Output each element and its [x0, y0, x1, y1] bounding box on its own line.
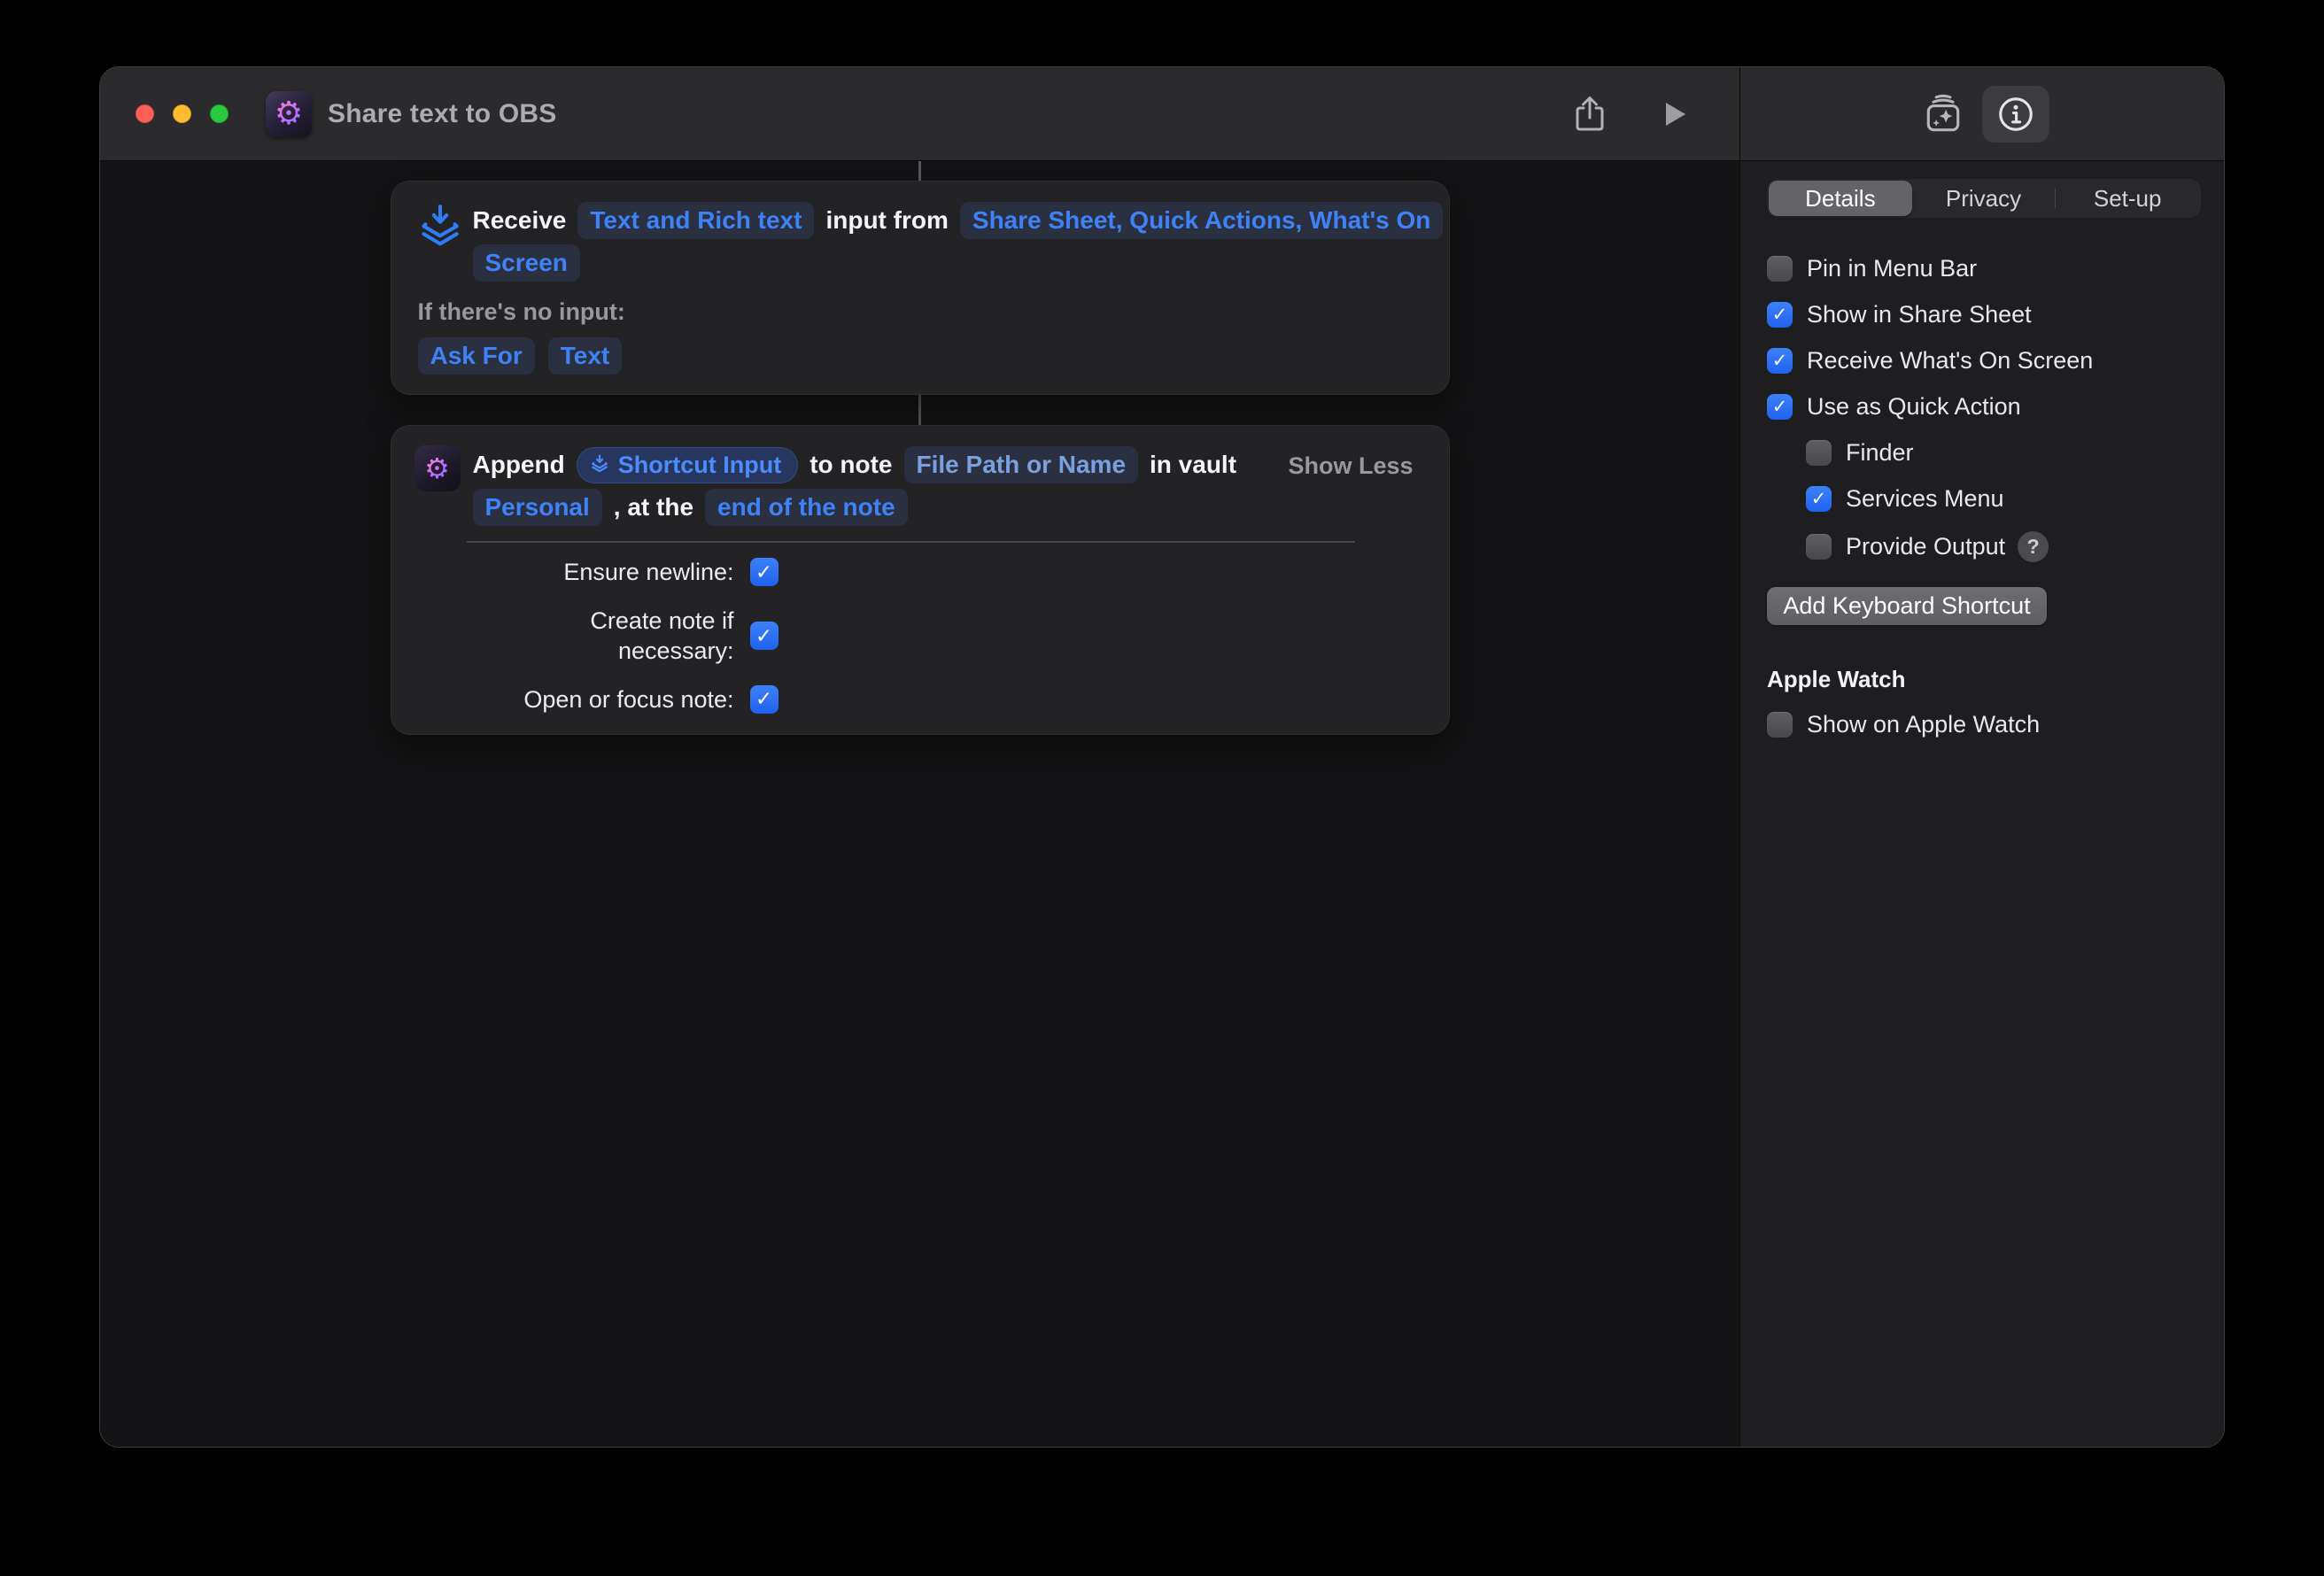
receive-whats-on-screen-checkbox[interactable]: [1767, 348, 1793, 374]
action-text: to note: [810, 451, 892, 479]
action-text: , at the: [614, 493, 693, 521]
show-on-apple-watch-checkbox[interactable]: [1767, 712, 1793, 738]
setting-row: Finder: [1806, 439, 2201, 467]
action-library-icon[interactable]: [1922, 93, 1964, 135]
obsidian-app-icon: ⚙: [414, 445, 461, 491]
open-note-checkbox[interactable]: [750, 685, 779, 714]
tab-setup[interactable]: Set-up: [2056, 181, 2199, 216]
workflow-canvas: Receive Text and Rich text input from Sh…: [100, 161, 1739, 1448]
shortcuts-editor-window: ⚙ Share text to OBS: [99, 66, 2225, 1448]
setting-row: Provide Output ?: [1806, 531, 2201, 562]
help-icon[interactable]: ?: [2018, 531, 2049, 562]
action-receive-input[interactable]: Receive Text and Rich text input from Sh…: [391, 181, 1450, 395]
setting-label: Show on Apple Watch: [1807, 711, 2040, 738]
no-input-action-token[interactable]: Ask For: [418, 337, 535, 375]
create-note-checkbox[interactable]: [750, 622, 779, 650]
title-bar: ⚙ Share text to OBS: [100, 67, 2224, 161]
action-append-to-note[interactable]: ⚙ Show Less Append Shortcut Input: [391, 425, 1450, 735]
connector-line: [918, 161, 921, 181]
setting-row: Receive What's On Screen: [1767, 347, 2201, 375]
tab-privacy[interactable]: Privacy: [1912, 181, 2056, 216]
setting-label: Receive What's On Screen: [1807, 347, 2093, 375]
action-verb: Append: [473, 451, 565, 479]
window-title: Share text to OBS: [328, 99, 556, 129]
receive-input-icon: [414, 203, 466, 254]
setting-label: Services Menu: [1846, 485, 2004, 513]
action-text: in vault: [1150, 451, 1236, 479]
use-as-quick-action-checkbox[interactable]: [1767, 394, 1793, 420]
show-less-button[interactable]: Show Less: [1288, 452, 1413, 480]
setting-row: Show in Share Sheet: [1767, 301, 2201, 328]
note-path-field[interactable]: File Path or Name: [904, 446, 1139, 483]
gear-glyph-icon: ⚙: [424, 454, 450, 483]
tab-details[interactable]: Details: [1769, 181, 1912, 216]
setting-row: Services Menu: [1806, 485, 2201, 513]
receive-input-icon: [589, 454, 610, 475]
show-in-share-sheet-checkbox[interactable]: [1767, 302, 1793, 328]
setting-label: Show in Share Sheet: [1807, 301, 2032, 328]
setting-row: Pin in Menu Bar: [1767, 255, 2201, 282]
finder-checkbox[interactable]: [1806, 440, 1832, 466]
traffic-lights: [136, 104, 229, 123]
variable-label: Shortcut Input: [618, 452, 781, 479]
option-row: Open or focus note:: [418, 684, 1422, 715]
option-label: Open or focus note:: [418, 684, 734, 715]
option-label: Ensure newline:: [418, 557, 734, 588]
close-button[interactable]: [136, 104, 154, 123]
info-icon: [1995, 94, 2036, 135]
title-bar-left: ⚙ Share text to OBS: [100, 67, 1739, 160]
add-keyboard-shortcut-button[interactable]: Add Keyboard Shortcut: [1767, 587, 2047, 625]
setting-label: Pin in Menu Bar: [1807, 255, 1977, 282]
zoom-button[interactable]: [210, 104, 229, 123]
share-icon[interactable]: [1569, 94, 1610, 135]
option-row: Create note if necessary:: [418, 606, 1422, 667]
setting-label: Finder: [1846, 439, 1914, 467]
details-sidebar: Details Privacy Set-up Pin in Menu Bar S…: [1739, 161, 2224, 1448]
provide-output-checkbox[interactable]: [1806, 534, 1832, 560]
run-shortcut-icon[interactable]: [1656, 97, 1692, 132]
input-sources-token-wrap[interactable]: Screen: [473, 244, 580, 282]
option-row: Ensure newline:: [418, 557, 1422, 588]
action-text: input from: [825, 206, 948, 235]
setting-label: Provide Output: [1846, 533, 2005, 560]
no-input-label: If there's no input:: [418, 298, 625, 326]
minimize-button[interactable]: [173, 104, 191, 123]
shortcut-icon: ⚙: [266, 91, 312, 137]
no-input-type-token[interactable]: Text: [548, 337, 623, 375]
vault-token[interactable]: Personal: [473, 489, 602, 526]
gear-glyph-icon: ⚙: [275, 98, 303, 130]
pin-in-menu-bar-checkbox[interactable]: [1767, 256, 1793, 282]
options-divider: [467, 541, 1355, 543]
connector-line: [918, 395, 921, 425]
setting-label: Use as Quick Action: [1807, 393, 2021, 421]
input-types-token[interactable]: Text and Rich text: [577, 202, 814, 239]
setting-row: Use as Quick Action: [1767, 393, 2201, 421]
setting-row: Show on Apple Watch: [1767, 711, 2201, 738]
apple-watch-header: Apple Watch: [1767, 666, 2201, 693]
shortcut-input-variable-token[interactable]: Shortcut Input: [577, 447, 798, 483]
show-details-button[interactable]: [1982, 86, 2049, 143]
input-sources-token[interactable]: Share Sheet, Quick Actions, What's On: [960, 202, 1444, 239]
sidebar-tabs: Details Privacy Set-up: [1767, 179, 2201, 218]
title-bar-sidebar-section: [1739, 67, 2224, 160]
position-token[interactable]: end of the note: [705, 489, 908, 526]
action-verb: Receive: [473, 206, 567, 235]
option-label: Create note if necessary:: [418, 606, 734, 667]
services-menu-checkbox[interactable]: [1806, 486, 1832, 512]
ensure-newline-checkbox[interactable]: [750, 558, 779, 586]
